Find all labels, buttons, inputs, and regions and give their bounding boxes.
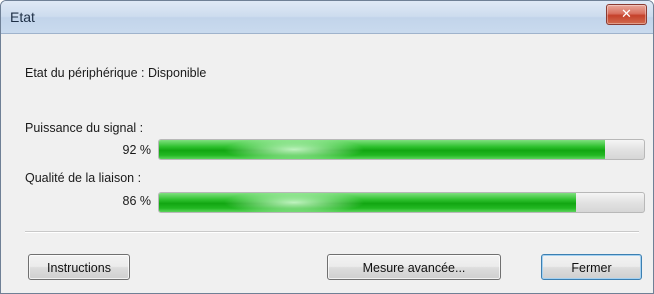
advanced-measure-button[interactable]: Mesure avancée... bbox=[327, 254, 501, 280]
dialog-content: Etat du périphérique : Disponible Puissa… bbox=[1, 34, 653, 293]
title-bar[interactable]: Etat ✕ bbox=[1, 1, 653, 34]
signal-strength-label: Puissance du signal : bbox=[25, 121, 144, 135]
signal-strength-percent: 92 % bbox=[122, 143, 152, 157]
link-quality-progress-fill bbox=[159, 193, 577, 212]
status-dialog: Etat ✕ Etat du périphérique : Disponible… bbox=[0, 0, 654, 294]
device-status-text: Etat du périphérique : Disponible bbox=[25, 66, 207, 80]
signal-strength-progress-fill bbox=[159, 140, 606, 159]
close-window-button[interactable]: ✕ bbox=[606, 4, 647, 25]
signal-strength-progress-bar bbox=[158, 139, 645, 160]
window-title: Etat bbox=[10, 9, 35, 25]
close-button[interactable]: Fermer bbox=[541, 254, 642, 280]
link-quality-percent: 86 % bbox=[122, 194, 152, 208]
separator-line bbox=[25, 231, 639, 233]
close-icon: ✕ bbox=[621, 6, 632, 21]
link-quality-label: Qualité de la liaison : bbox=[25, 171, 142, 185]
link-quality-progress-bar bbox=[158, 192, 645, 213]
instructions-button[interactable]: Instructions bbox=[28, 254, 130, 280]
